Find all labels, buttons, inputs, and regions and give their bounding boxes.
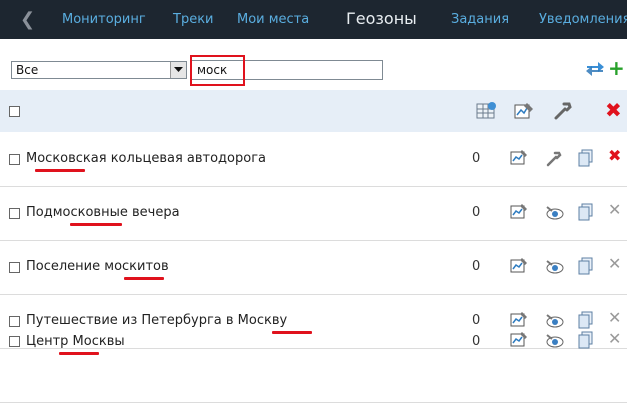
chart-icon[interactable] <box>510 149 528 171</box>
match-underline <box>70 223 122 226</box>
chart-icon[interactable] <box>510 203 528 225</box>
geozone-name[interactable]: Поселение москитов <box>26 259 169 274</box>
list-item[interactable]: Московская кольцевая автодорога 0 ✖ <box>0 133 627 187</box>
geozone-name[interactable]: Подмосковные вечера <box>26 205 180 220</box>
match-underline <box>124 277 164 280</box>
view-eye-icon[interactable] <box>545 332 565 354</box>
view-eye-icon[interactable] <box>545 312 565 334</box>
tab-geozones[interactable]: Геозоны <box>346 9 417 28</box>
chart-icon[interactable] <box>510 311 528 333</box>
geozone-name[interactable]: Московская кольцевая автодорога <box>26 151 266 166</box>
tab-monitoring[interactable]: Мониторинг <box>62 12 146 27</box>
list-item[interactable]: Подмосковные вечера 0 ✕ <box>0 187 627 241</box>
delete-icon[interactable]: ✕ <box>608 202 621 218</box>
tab-tasks[interactable]: Задания <box>451 12 509 27</box>
dropdown-arrow-icon[interactable] <box>170 62 186 78</box>
top-nav: ❮ Мониторинг Треки Мои места Геозоны Зад… <box>0 0 627 39</box>
tab-notifications[interactable]: Уведомления <box>539 12 627 27</box>
wrench-icon[interactable] <box>553 101 573 125</box>
object-count: 0 <box>472 205 481 220</box>
delete-icon[interactable]: ✕ <box>608 331 621 347</box>
copy-icon[interactable] <box>578 311 594 333</box>
row-checkbox[interactable] <box>9 336 20 347</box>
copy-icon[interactable] <box>578 257 594 279</box>
chevron-left-icon[interactable]: ❮ <box>20 9 35 30</box>
match-underline <box>272 331 312 334</box>
object-count: 0 <box>472 313 481 328</box>
object-count: 0 <box>472 334 481 349</box>
tab-tracks[interactable]: Треки <box>173 12 214 27</box>
delete-icon[interactable]: ✕ <box>608 310 621 326</box>
select-all-checkbox[interactable] <box>9 106 20 117</box>
copy-icon[interactable] <box>578 203 594 225</box>
list-item[interactable]: Центр Москвы 0 ✕ <box>0 331 627 403</box>
geozone-name[interactable]: Путешествие из Петербурга в Москву <box>26 313 287 328</box>
group-select[interactable]: Все <box>11 61 187 79</box>
match-underline <box>35 169 85 172</box>
list-item[interactable]: Поселение москитов 0 ✕ <box>0 241 627 295</box>
list-header: ✖ <box>0 90 627 132</box>
copy-icon[interactable] <box>578 331 594 353</box>
row-checkbox[interactable] <box>9 208 20 219</box>
copy-icon[interactable] <box>578 149 594 171</box>
add-geozone-button[interactable]: + <box>608 58 625 78</box>
grid-table-icon[interactable] <box>476 101 498 125</box>
group-select-value: Все <box>16 63 39 77</box>
row-checkbox[interactable] <box>9 154 20 165</box>
tab-my-places[interactable]: Мои места <box>237 12 309 27</box>
delete-all-icon[interactable]: ✖ <box>605 100 622 120</box>
match-underline <box>59 352 99 355</box>
object-count: 0 <box>472 259 481 274</box>
sync-arrows-icon[interactable] <box>585 60 605 82</box>
delete-icon[interactable]: ✕ <box>608 256 621 272</box>
object-count: 0 <box>472 151 481 166</box>
search-highlight-box <box>190 55 245 86</box>
chart-icon[interactable] <box>510 331 528 353</box>
chart-icon[interactable] <box>510 257 528 279</box>
geozone-name[interactable]: Центр Москвы <box>26 334 125 349</box>
delete-icon[interactable]: ✖ <box>608 148 621 164</box>
row-checkbox[interactable] <box>9 316 20 327</box>
row-checkbox[interactable] <box>9 262 20 273</box>
view-eye-icon[interactable] <box>545 258 565 280</box>
wrench-icon[interactable] <box>545 150 563 172</box>
view-eye-icon[interactable] <box>545 204 565 226</box>
chart-edit-icon[interactable] <box>513 101 535 125</box>
